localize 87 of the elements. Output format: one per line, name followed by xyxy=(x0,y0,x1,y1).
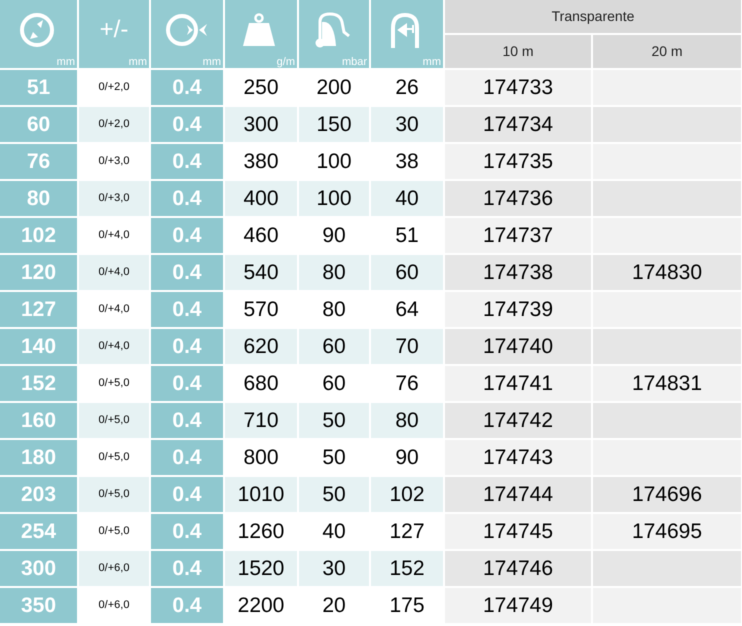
table-cell: 70 xyxy=(371,329,443,364)
table-cell: 0.4 xyxy=(151,366,223,401)
table-cell: 1010 xyxy=(225,477,297,512)
table-cell: 152 xyxy=(371,551,443,586)
table-cell: 1520 xyxy=(225,551,297,586)
table-cell: 174737 xyxy=(445,218,591,253)
table-cell: 0/+5,0 xyxy=(79,403,149,438)
table-cell: 0.4 xyxy=(151,403,223,438)
table-cell: 174738 xyxy=(445,255,591,290)
table-cell: 174742 xyxy=(445,403,591,438)
table-cell: 0.4 xyxy=(151,440,223,475)
table-cell: 180 xyxy=(0,440,77,475)
table-cell: 0.4 xyxy=(151,329,223,364)
table-cell: 0.4 xyxy=(151,255,223,290)
table-cell: 40 xyxy=(371,181,443,216)
table-cell: 174744 xyxy=(445,477,591,512)
unit-label: g/m xyxy=(276,57,295,68)
table-cell: 0/+4,0 xyxy=(79,255,149,290)
table-cell: 174831 xyxy=(593,366,741,401)
table-cell: 0/+4,0 xyxy=(79,329,149,364)
table-cell: 0/+6,0 xyxy=(79,551,149,586)
table-cell: 30 xyxy=(371,107,443,142)
table-cell: 0.4 xyxy=(151,107,223,142)
table-cell: 0.4 xyxy=(151,477,223,512)
table-cell: 80 xyxy=(299,255,369,290)
table-cell: 140 xyxy=(0,329,77,364)
group-header: Transparente xyxy=(445,0,741,33)
table-cell: 60 xyxy=(299,329,369,364)
table-cell: 0.4 xyxy=(151,588,223,623)
table-cell: 0.4 xyxy=(151,551,223,586)
table-cell: 620 xyxy=(225,329,297,364)
table-cell: 0.4 xyxy=(151,218,223,253)
table-cell: 50 xyxy=(299,403,369,438)
table-cell: 174735 xyxy=(445,144,591,179)
table-cell: 0/+5,0 xyxy=(79,477,149,512)
table-cell: 150 xyxy=(299,107,369,142)
table-cell: 51 xyxy=(0,70,77,105)
table-cell: 400 xyxy=(225,181,297,216)
table-cell: 160 xyxy=(0,403,77,438)
table-cell: 80 xyxy=(0,181,77,216)
table-cell: 0.4 xyxy=(151,70,223,105)
table-cell: 174745 xyxy=(445,514,591,549)
table-cell: 102 xyxy=(0,218,77,253)
table-cell: 0/+2,0 xyxy=(79,107,149,142)
table-cell: 174749 xyxy=(445,588,591,623)
unit-label: mm xyxy=(202,57,221,68)
table-cell: 174695 xyxy=(593,514,741,549)
table-cell: 120 xyxy=(0,255,77,290)
unit-label: mm xyxy=(128,57,147,68)
table-cell: 174741 xyxy=(445,366,591,401)
unit-label: mm xyxy=(56,57,75,68)
table-cell: 710 xyxy=(225,403,297,438)
table-cell: 174740 xyxy=(445,329,591,364)
column-header: 20 m xyxy=(593,35,741,68)
table-cell: 174739 xyxy=(445,292,591,327)
table-cell: 50 xyxy=(299,477,369,512)
table-cell: 540 xyxy=(225,255,297,290)
table-cell: 300 xyxy=(0,551,77,586)
unit-label: mm xyxy=(422,57,441,68)
table-cell: 152 xyxy=(0,366,77,401)
table-cell: 100 xyxy=(299,181,369,216)
table-cell: 0.4 xyxy=(151,292,223,327)
unit-label: mbar xyxy=(342,57,367,68)
table-cell: 80 xyxy=(371,403,443,438)
table-cell: 127 xyxy=(0,292,77,327)
table-cell: 203 xyxy=(0,477,77,512)
table-cell: 174696 xyxy=(593,477,741,512)
column-header: 10 m xyxy=(445,35,591,68)
table-cell: 76 xyxy=(0,144,77,179)
table-cell: 0/+3,0 xyxy=(79,181,149,216)
table-cell: 0.4 xyxy=(151,514,223,549)
table-cell: 102 xyxy=(371,477,443,512)
table-cell: 300 xyxy=(225,107,297,142)
table-cell: 30 xyxy=(299,551,369,586)
table-cell: 174830 xyxy=(593,255,741,290)
table-cell: 174733 xyxy=(445,70,591,105)
table-cell: 60 xyxy=(0,107,77,142)
table-cell: 174736 xyxy=(445,181,591,216)
table-cell: 0.4 xyxy=(151,144,223,179)
table-cell: 174743 xyxy=(445,440,591,475)
table-cell: 0.4 xyxy=(151,181,223,216)
table-cell: 60 xyxy=(371,255,443,290)
table-cell: 174734 xyxy=(445,107,591,142)
tolerance-symbol: +/- xyxy=(100,15,128,45)
table-cell: 350 xyxy=(0,588,77,623)
table-cell: 174746 xyxy=(445,551,591,586)
table-cell: 254 xyxy=(0,514,77,549)
